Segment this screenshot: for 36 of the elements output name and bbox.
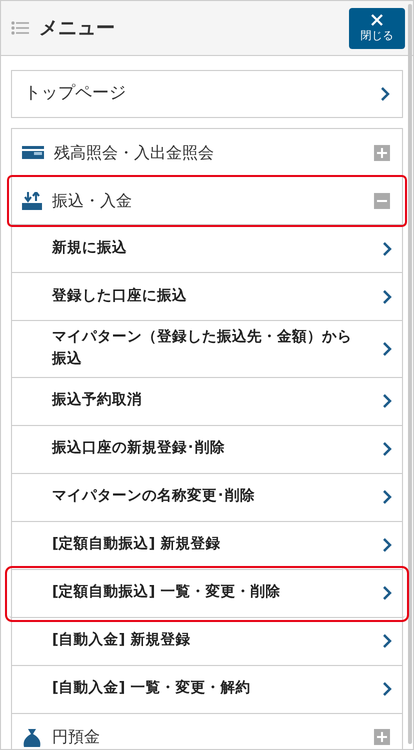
submenu-link[interactable]: [定額自動振込] 一覧・変更・削除 [9,570,405,618]
submenu-link[interactable]: マイパターン（登録した振込先・金額）から振込 [12,321,402,378]
chevron-icon [382,489,392,505]
menu-section[interactable]: 残高照会・入出金照会 [12,129,402,177]
chevron-icon [382,681,392,697]
chevron-icon [382,441,392,457]
arrows-icon [22,192,42,210]
scrollbar[interactable] [408,4,412,744]
submenu-link[interactable]: [自動入金] 新規登録 [12,618,402,666]
chevron-icon [382,240,392,256]
collapse-icon [374,192,390,208]
submenu-link[interactable]: 登録した口座に振込 [12,273,402,321]
submenu-link[interactable]: 振込予約取消 [12,378,402,426]
close-icon [370,13,384,28]
chevron-icon [382,585,392,601]
close-button[interactable]: 閉じる [349,8,405,48]
card-icon [22,146,44,159]
chevron-icon [382,537,392,553]
menu-section[interactable]: 円預金 [12,714,402,749]
menu-section[interactable]: 振込・入金 [9,177,405,225]
chevron-icon [382,633,392,649]
chevron-icon [380,86,390,102]
submenu-link[interactable]: [自動入金] 一覧・変更・解約 [12,666,402,714]
money-bag-icon [22,727,42,747]
chevron-icon [382,288,392,304]
submenu-link[interactable]: マイパターンの名称変更･削除 [12,474,402,522]
menu-link[interactable]: トップページ [11,70,403,118]
list-icon [11,21,29,35]
chevron-icon [382,393,392,409]
menu-title: メニュー [39,16,116,41]
submenu-link[interactable]: 新規に振込 [12,225,402,273]
submenu-link[interactable]: [定額自動振込] 新規登録 [12,522,402,570]
chevron-icon [382,340,392,357]
expand-icon [374,144,390,160]
submenu-link[interactable]: 振込口座の新規登録･削除 [12,426,402,474]
expand-icon [374,729,390,745]
